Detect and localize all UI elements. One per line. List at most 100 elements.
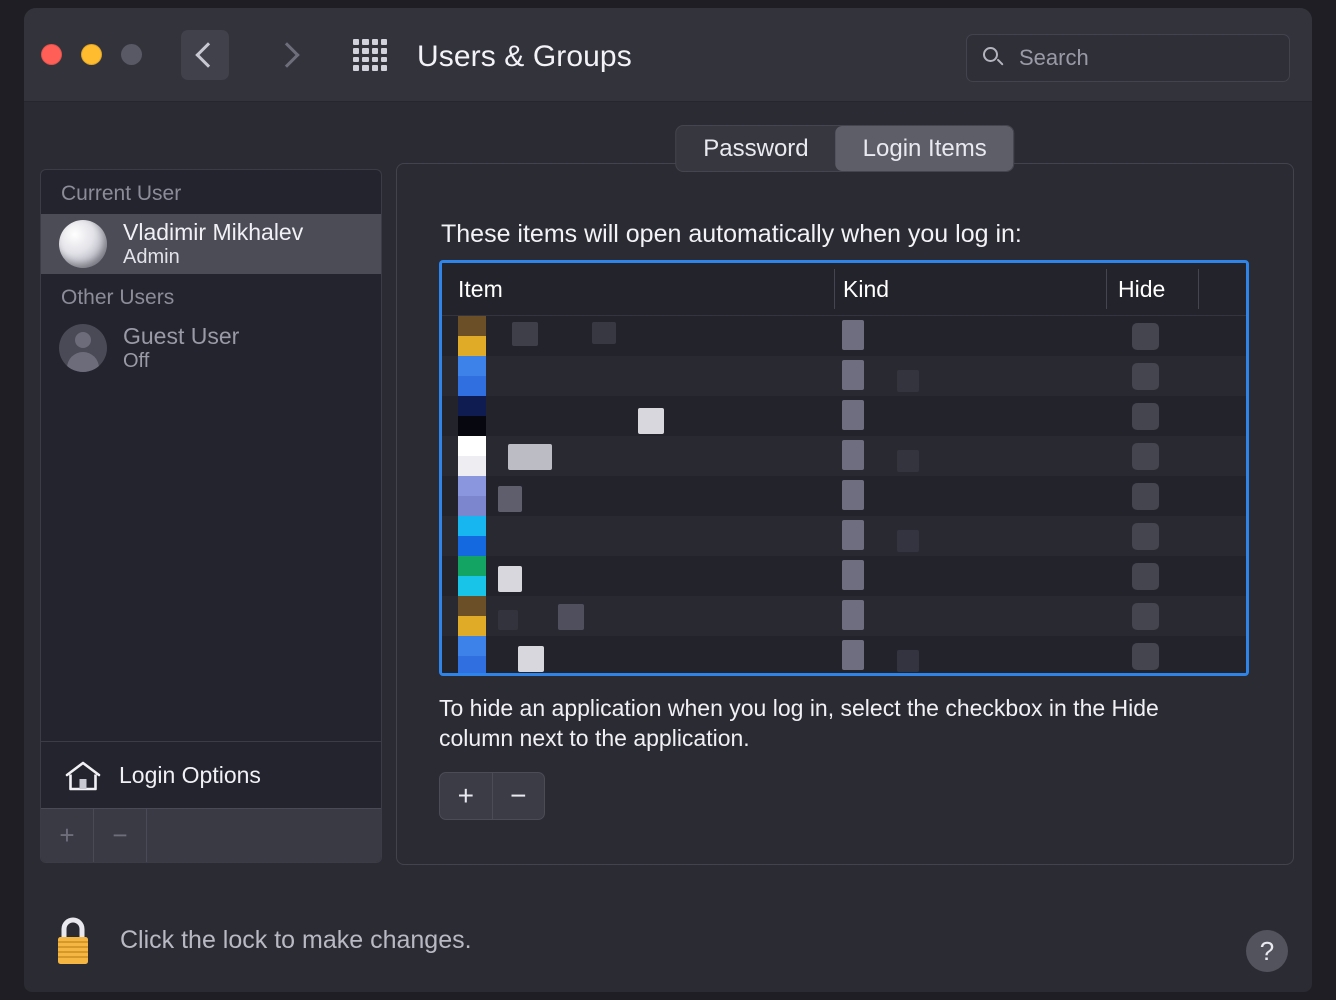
- forward-button[interactable]: [265, 30, 313, 80]
- table-row-redacted[interactable]: [442, 596, 1246, 636]
- user-name: Guest User: [123, 322, 240, 349]
- chevron-left-icon: [194, 42, 221, 68]
- window-titlebar: Users & Groups: [24, 8, 1312, 102]
- app-icon-redacted: [458, 476, 486, 516]
- sidebar-item-login-options[interactable]: Login Options: [41, 741, 381, 809]
- redacted-text-block: [842, 320, 864, 350]
- column-header-item[interactable]: Item: [458, 276, 503, 303]
- tab-login-items[interactable]: Login Items: [835, 126, 1014, 171]
- sidebar-footer-toolbar: + −: [41, 808, 381, 862]
- redacted-text-block: [518, 646, 544, 672]
- app-icon-redacted: [458, 396, 486, 436]
- hide-checkbox[interactable]: [1132, 483, 1159, 510]
- hide-checkbox[interactable]: [1132, 563, 1159, 590]
- hide-checkbox[interactable]: [1132, 363, 1159, 390]
- redacted-text-block: [842, 440, 864, 470]
- redacted-text-block: [498, 566, 522, 592]
- remove-user-button[interactable]: −: [94, 809, 147, 862]
- user-status: Off: [123, 350, 150, 373]
- hide-checkbox[interactable]: [1132, 643, 1159, 670]
- hide-checkbox[interactable]: [1132, 443, 1159, 470]
- column-divider[interactable]: [834, 269, 835, 309]
- redacted-text-block: [897, 450, 919, 472]
- add-remove-login-item-buttons: + −: [439, 772, 545, 820]
- redacted-text-block: [498, 486, 522, 512]
- window-content: Current User Vladimir Mikhalev Admin Oth…: [24, 101, 1312, 992]
- app-icon-redacted: [458, 596, 486, 636]
- redacted-text-block: [897, 650, 919, 672]
- show-all-grid-icon[interactable]: [353, 39, 387, 71]
- avatar: [59, 324, 107, 372]
- column-divider[interactable]: [1106, 269, 1107, 309]
- table-row-redacted[interactable]: [442, 316, 1246, 356]
- add-user-button[interactable]: +: [41, 809, 94, 862]
- search-input[interactable]: [1017, 44, 1271, 72]
- users-sidebar: Current User Vladimir Mikhalev Admin Oth…: [40, 169, 382, 863]
- user-role: Admin: [123, 246, 180, 269]
- redacted-text-block: [842, 560, 864, 590]
- lock-row[interactable]: Click the lock to make changes.: [48, 912, 472, 968]
- add-login-item-button[interactable]: +: [440, 773, 493, 819]
- table-row-redacted[interactable]: [442, 556, 1246, 596]
- redacted-text-block: [512, 322, 538, 346]
- app-icon-redacted: [458, 436, 486, 476]
- redacted-text-block: [638, 408, 664, 434]
- hide-checkbox[interactable]: [1132, 403, 1159, 430]
- page-title: Users & Groups: [417, 40, 632, 73]
- lock-label: Click the lock to make changes.: [120, 925, 472, 954]
- column-header-kind[interactable]: Kind: [843, 276, 889, 303]
- table-row-redacted[interactable]: [442, 396, 1246, 436]
- sidebar-item-vladimir-mikhalev[interactable]: Vladimir Mikhalev Admin: [41, 214, 381, 274]
- app-icon-redacted: [458, 356, 486, 396]
- redacted-text-block: [508, 444, 552, 470]
- hide-column-hint: To hide an application when you log in, …: [439, 695, 1159, 751]
- redacted-text-block: [592, 322, 616, 344]
- home-icon: [63, 759, 103, 793]
- panel-tabs: Password Login Items: [675, 125, 1015, 172]
- chevron-right-icon: [273, 42, 300, 68]
- redacted-text-block: [498, 610, 518, 630]
- table-row-redacted[interactable]: [442, 476, 1246, 516]
- close-button[interactable]: [41, 44, 62, 65]
- app-icon-redacted: [458, 316, 486, 356]
- login-items-table[interactable]: Item Kind Hide Messages Application: [439, 260, 1249, 676]
- zoom-button: [121, 44, 142, 65]
- back-button[interactable]: [181, 30, 229, 80]
- hide-checkbox[interactable]: [1132, 603, 1159, 630]
- app-icon-redacted: [458, 516, 486, 556]
- user-name: Vladimir Mikhalev: [123, 218, 304, 245]
- redacted-text-block: [842, 520, 864, 550]
- redacted-text-block: [842, 360, 864, 390]
- hide-checkbox[interactable]: [1132, 523, 1159, 550]
- avatar: [59, 220, 107, 268]
- column-header-hide[interactable]: Hide: [1118, 276, 1165, 303]
- help-button[interactable]: ?: [1246, 930, 1288, 972]
- locked-padlock-icon[interactable]: [48, 912, 98, 968]
- redacted-text-block: [842, 600, 864, 630]
- column-divider[interactable]: [1198, 269, 1199, 309]
- table-row-redacted[interactable]: [442, 436, 1246, 476]
- table-row-redacted[interactable]: [442, 636, 1246, 673]
- panel-heading: These items will open automatically when…: [441, 220, 1022, 248]
- sidebar-section-other-users: Other Users: [61, 286, 175, 309]
- sidebar-item-guest-user[interactable]: Guest User Off: [41, 318, 381, 378]
- sidebar-section-current-user: Current User: [61, 182, 182, 205]
- table-header-row: Item Kind Hide: [442, 263, 1246, 316]
- tab-password[interactable]: Password: [676, 126, 835, 171]
- search-icon: [983, 47, 1005, 69]
- redacted-text-block: [558, 604, 584, 630]
- redacted-rows-group: [442, 316, 1246, 673]
- redacted-text-block: [897, 530, 919, 552]
- remove-login-item-button[interactable]: −: [493, 773, 545, 819]
- login-items-panel: Password Login Items These items will op…: [396, 125, 1294, 865]
- login-options-label: Login Options: [119, 762, 261, 788]
- redacted-text-block: [842, 640, 864, 670]
- redacted-text-block: [897, 370, 919, 392]
- table-row-redacted[interactable]: [442, 516, 1246, 556]
- preferences-window: Users & Groups Current User Vladimir Mik…: [24, 8, 1312, 992]
- table-row-redacted[interactable]: [442, 356, 1246, 396]
- search-field[interactable]: [966, 34, 1290, 82]
- hide-checkbox[interactable]: [1132, 323, 1159, 350]
- minimize-button[interactable]: [81, 44, 102, 65]
- app-icon-redacted: [458, 556, 486, 596]
